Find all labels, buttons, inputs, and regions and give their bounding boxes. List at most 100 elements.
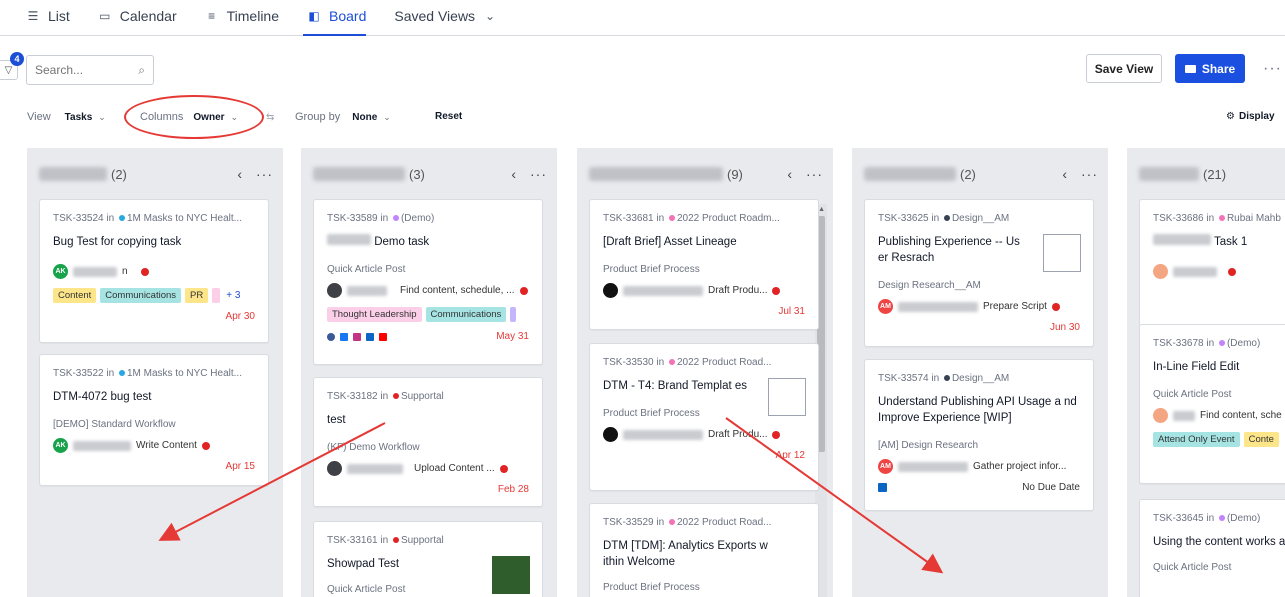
collapse-column-icon[interactable]: ‹	[787, 166, 792, 182]
view-tabs: ☰ List ▭ Calendar ≡ Timeline ◧ Board Sav…	[0, 0, 1285, 36]
tag-list: Attend Only Event Conte	[1153, 432, 1285, 447]
column-header: (9) ‹ ···	[589, 164, 823, 184]
workflow-name: Quick Article Post	[1153, 389, 1232, 400]
owner-name-redacted	[313, 167, 405, 181]
task-card[interactable]: TSK-33589 in (Demo) Demo task Quick Arti…	[313, 199, 543, 365]
instagram-icon	[353, 332, 361, 341]
alert-icon	[1051, 302, 1060, 311]
task-title[interactable]: [Draft Brief] Asset Lineage	[603, 234, 805, 250]
task-meta: TSK-33522 in 1M Masks to NYC Healt...	[53, 368, 242, 379]
column-menu-icon[interactable]: ···	[1081, 166, 1098, 182]
scroll-up-icon[interactable]: ▲	[818, 206, 825, 213]
view-control[interactable]: View Tasks ⌄	[27, 111, 106, 123]
task-title[interactable]: Task 1	[1153, 234, 1285, 250]
task-title[interactable]: Using the content works ace	[1153, 534, 1285, 550]
task-card[interactable]: TSK-33678 in (Demo) In-Line Field Edit Q…	[1139, 324, 1285, 484]
group-by-select[interactable]: None	[352, 112, 377, 123]
tag[interactable]: Communications	[100, 288, 182, 303]
task-title[interactable]: Understand Publishing API Usage a nd Imp…	[878, 394, 1084, 426]
tag[interactable]: Conte	[1243, 432, 1279, 447]
task-assignee	[1153, 264, 1285, 279]
due-date: Feb 28	[497, 484, 529, 495]
avatar: AM	[878, 299, 893, 314]
task-assignee: Draft Produ...	[603, 283, 805, 298]
collapse-column-icon[interactable]: ‹	[511, 166, 516, 182]
task-title[interactable]: Bug Test for copying task	[53, 234, 255, 250]
swap-icon[interactable]: ⇆	[266, 112, 274, 123]
task-card[interactable]: TSK-33524 in 1M Masks to NYC Healt... Bu…	[39, 199, 269, 343]
task-title[interactable]: DTM [TDM]: Analytics Exports w ithin Wel…	[603, 538, 789, 570]
task-card[interactable]: TSK-33645 in (Demo) Using the content wo…	[1139, 499, 1285, 597]
tag-truncated[interactable]	[510, 307, 517, 322]
tag[interactable]: Content	[53, 288, 97, 303]
task-title[interactable]: Publishing Experience -- Us er Resrach	[878, 234, 1032, 266]
collapse-column-icon[interactable]: ‹	[1062, 166, 1067, 182]
task-card[interactable]: TSK-33529 in 2022 Product Road... DTM [T…	[589, 503, 819, 597]
task-meta: TSK-33182 in Supportal	[327, 391, 444, 402]
tag[interactable]: Attend Only Event	[1153, 432, 1240, 447]
task-title[interactable]: In-Line Field Edit	[1153, 359, 1285, 375]
tab-calendar[interactable]: ▭ Calendar	[94, 0, 189, 31]
avatar	[327, 283, 342, 298]
task-card[interactable]: TSK-33686 in Rubai Mahb Task 1	[1139, 199, 1285, 327]
task-assignee: AM Prepare Script	[878, 299, 1080, 314]
more-options-icon[interactable]: ···	[1263, 60, 1282, 78]
youtube-icon	[379, 332, 387, 341]
workflow-name: (KF) Demo Workflow	[327, 442, 420, 453]
column-menu-icon[interactable]: ···	[530, 166, 547, 182]
tab-list[interactable]: ☰ List	[22, 0, 82, 31]
task-assignee: AM Gather project infor...	[878, 459, 1080, 474]
display-button[interactable]: ⚙ Display	[1226, 111, 1275, 122]
tab-board[interactable]: ◧ Board	[303, 0, 378, 36]
more-tags[interactable]: + 3	[226, 290, 240, 301]
column-header: (3) ‹ ···	[313, 164, 547, 184]
task-card[interactable]: TSK-33161 in Supportal Showpad Test Quic…	[313, 521, 543, 597]
chevron-down-icon: ⌄	[230, 111, 239, 122]
filter-count-badge: 4	[10, 52, 24, 66]
collapse-column-icon[interactable]: ‹	[237, 166, 242, 182]
tab-saved-views[interactable]: Saved Views ⌄	[390, 0, 509, 31]
task-assignee: Upload Content ...	[327, 461, 529, 476]
tag[interactable]: PR	[185, 288, 209, 303]
gear-icon: ⚙	[1226, 111, 1235, 122]
task-title[interactable]: DTM - T4: Brand Templat es	[603, 378, 749, 394]
due-date: Apr 15	[225, 461, 255, 472]
group-by-control[interactable]: Group by None ⌄	[295, 111, 391, 123]
save-view-button[interactable]: Save View	[1086, 54, 1162, 83]
task-meta: TSK-33524 in 1M Masks to NYC Healt...	[53, 213, 242, 224]
tab-timeline[interactable]: ≡ Timeline	[201, 0, 291, 31]
alert-icon	[1228, 267, 1236, 276]
task-title[interactable]: test	[327, 412, 529, 428]
column-menu-icon[interactable]: ···	[806, 166, 823, 182]
task-card[interactable]: TSK-33625 in Design__AM Publishing Exper…	[864, 199, 1094, 347]
task-card[interactable]: TSK-33681 in 2022 Product Roadm... [Draf…	[589, 199, 819, 330]
share-button[interactable]: Share	[1175, 54, 1245, 83]
tag[interactable]: Thought Leadership	[327, 307, 422, 322]
view-select[interactable]: Tasks	[65, 112, 93, 123]
avatar: AK	[53, 438, 68, 453]
tag[interactable]: Communications	[425, 307, 507, 322]
columns-select[interactable]: Owner	[193, 112, 224, 123]
column-menu-icon[interactable]: ···	[256, 166, 273, 182]
reset-button[interactable]: Reset	[435, 111, 462, 122]
search-box[interactable]: ⌕	[26, 55, 154, 85]
task-card[interactable]: TSK-33574 in Design__AM Understand Publi…	[864, 359, 1094, 511]
task-meta: TSK-33645 in (Demo)	[1153, 513, 1261, 524]
owner-name-redacted	[1139, 167, 1199, 181]
task-meta: TSK-33529 in 2022 Product Road...	[603, 517, 772, 528]
search-input[interactable]	[35, 63, 125, 77]
task-card[interactable]: TSK-33182 in Supportal test (KF) Demo Wo…	[313, 377, 543, 507]
chevron-down-icon: ⌄	[383, 111, 391, 122]
task-title[interactable]: DTM-4072 bug test	[53, 389, 255, 405]
board-column: (3) ‹ ··· TSK-33589 in (Demo) Demo task …	[301, 148, 557, 597]
task-card[interactable]: TSK-33530 in 2022 Product Road... DTM - …	[589, 343, 819, 491]
workflow-name: [AM] Design Research	[878, 440, 979, 451]
workflow-name: Design Research__AM	[878, 280, 981, 291]
board-column: (2) ‹ ··· TSK-33625 in Design__AM Publis…	[852, 148, 1108, 597]
columns-control[interactable]: Columns Owner ⌄	[140, 111, 238, 123]
task-meta: TSK-33530 in 2022 Product Road...	[603, 357, 772, 368]
task-title[interactable]: Demo task	[327, 234, 529, 250]
task-card[interactable]: TSK-33522 in 1M Masks to NYC Healt... DT…	[39, 354, 269, 486]
tag-truncated[interactable]	[212, 288, 221, 303]
avatar: AM	[878, 459, 893, 474]
